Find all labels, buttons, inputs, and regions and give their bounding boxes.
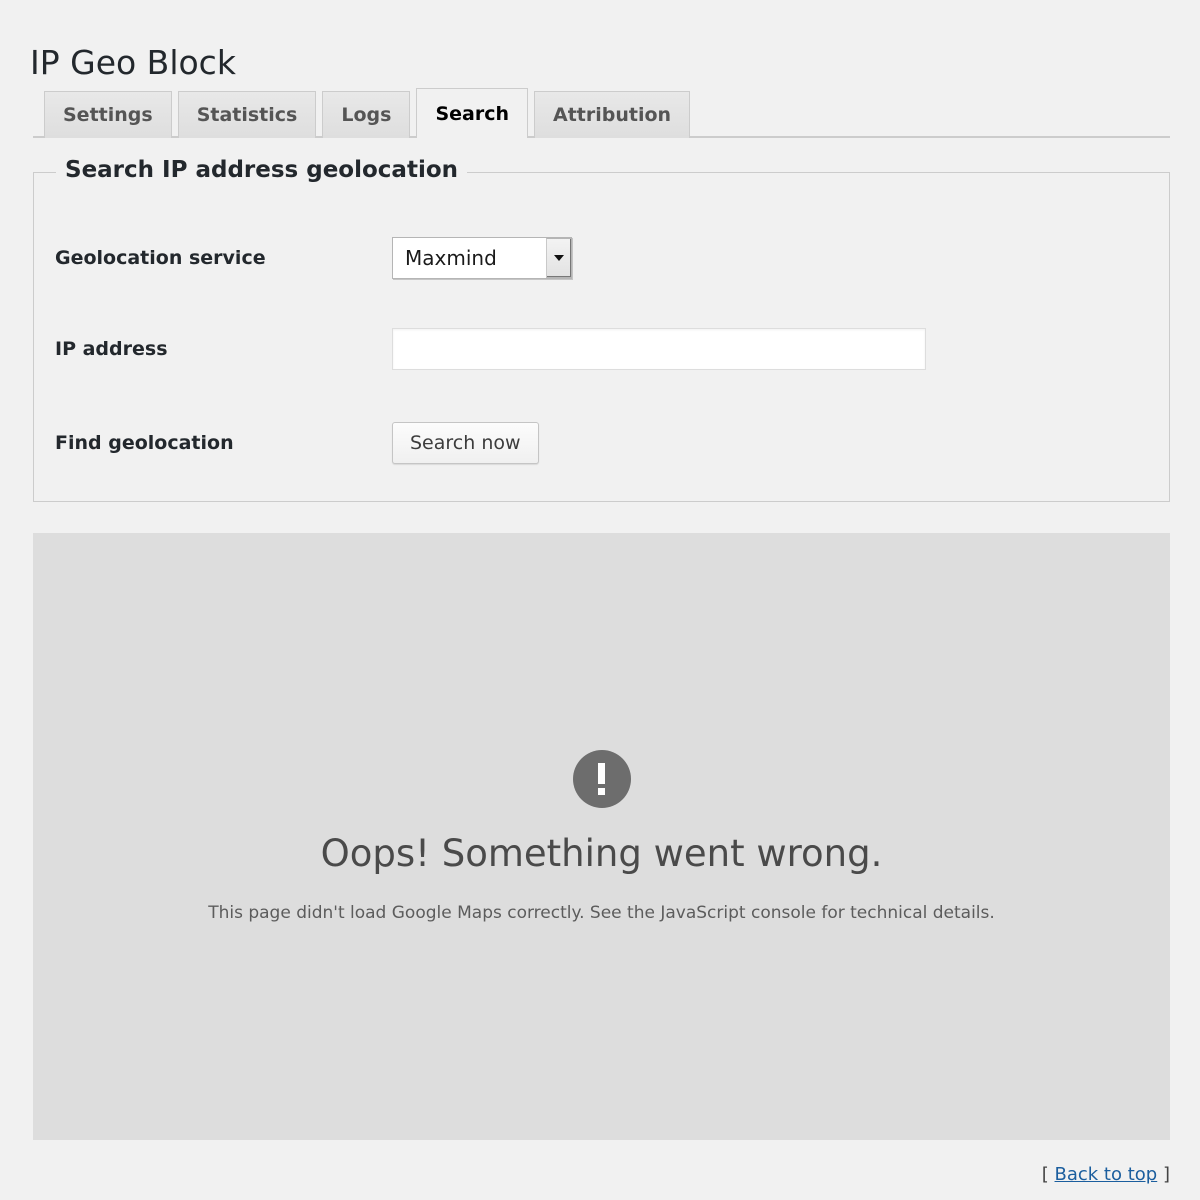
ip-address-input[interactable] bbox=[392, 328, 926, 370]
back-to-top-link[interactable]: Back to top bbox=[1055, 1164, 1158, 1185]
map-error-description: This page didn't load Google Maps correc… bbox=[208, 903, 995, 923]
find-geolocation-label: Find geolocation bbox=[55, 432, 234, 454]
footer-open-bracket: [ bbox=[1041, 1164, 1049, 1185]
map-container[interactable]: Oops! Something went wrong. This page di… bbox=[33, 533, 1170, 1140]
tab-bar: Settings Statistics Logs Search Attribut… bbox=[33, 88, 1170, 138]
ip-address-label: IP address bbox=[55, 338, 168, 360]
row-find-geolocation: Find geolocation Search now bbox=[34, 420, 1169, 466]
exclamation-dot bbox=[598, 788, 605, 795]
geolocation-service-value: Maxmind bbox=[393, 238, 546, 278]
geolocation-service-label: Geolocation service bbox=[55, 247, 266, 269]
page-title: IP Geo Block bbox=[30, 43, 236, 83]
tab-statistics[interactable]: Statistics bbox=[177, 91, 317, 138]
chevron-down-icon[interactable] bbox=[546, 238, 572, 278]
footer-close-bracket: ] bbox=[1162, 1164, 1170, 1185]
exclamation-icon bbox=[572, 750, 631, 808]
search-panel: Search IP address geolocation Geolocatio… bbox=[33, 157, 1170, 502]
search-now-button[interactable]: Search now bbox=[392, 422, 539, 464]
tab-attribution[interactable]: Attribution bbox=[534, 91, 691, 138]
tab-settings[interactable]: Settings bbox=[44, 91, 172, 138]
row-geolocation-service: Geolocation service Maxmind bbox=[34, 235, 1169, 281]
caret-glyph bbox=[554, 255, 564, 261]
row-ip-address: IP address bbox=[34, 326, 1169, 372]
exclamation-bar bbox=[598, 763, 605, 784]
geolocation-service-select[interactable]: Maxmind bbox=[392, 237, 572, 279]
map-error-title: Oops! Something went wrong. bbox=[320, 832, 883, 875]
footer: [ Back to top ] bbox=[1042, 1164, 1170, 1185]
tab-search[interactable]: Search bbox=[416, 88, 528, 138]
tab-logs[interactable]: Logs bbox=[322, 91, 411, 138]
panel-legend: Search IP address geolocation bbox=[56, 157, 467, 183]
